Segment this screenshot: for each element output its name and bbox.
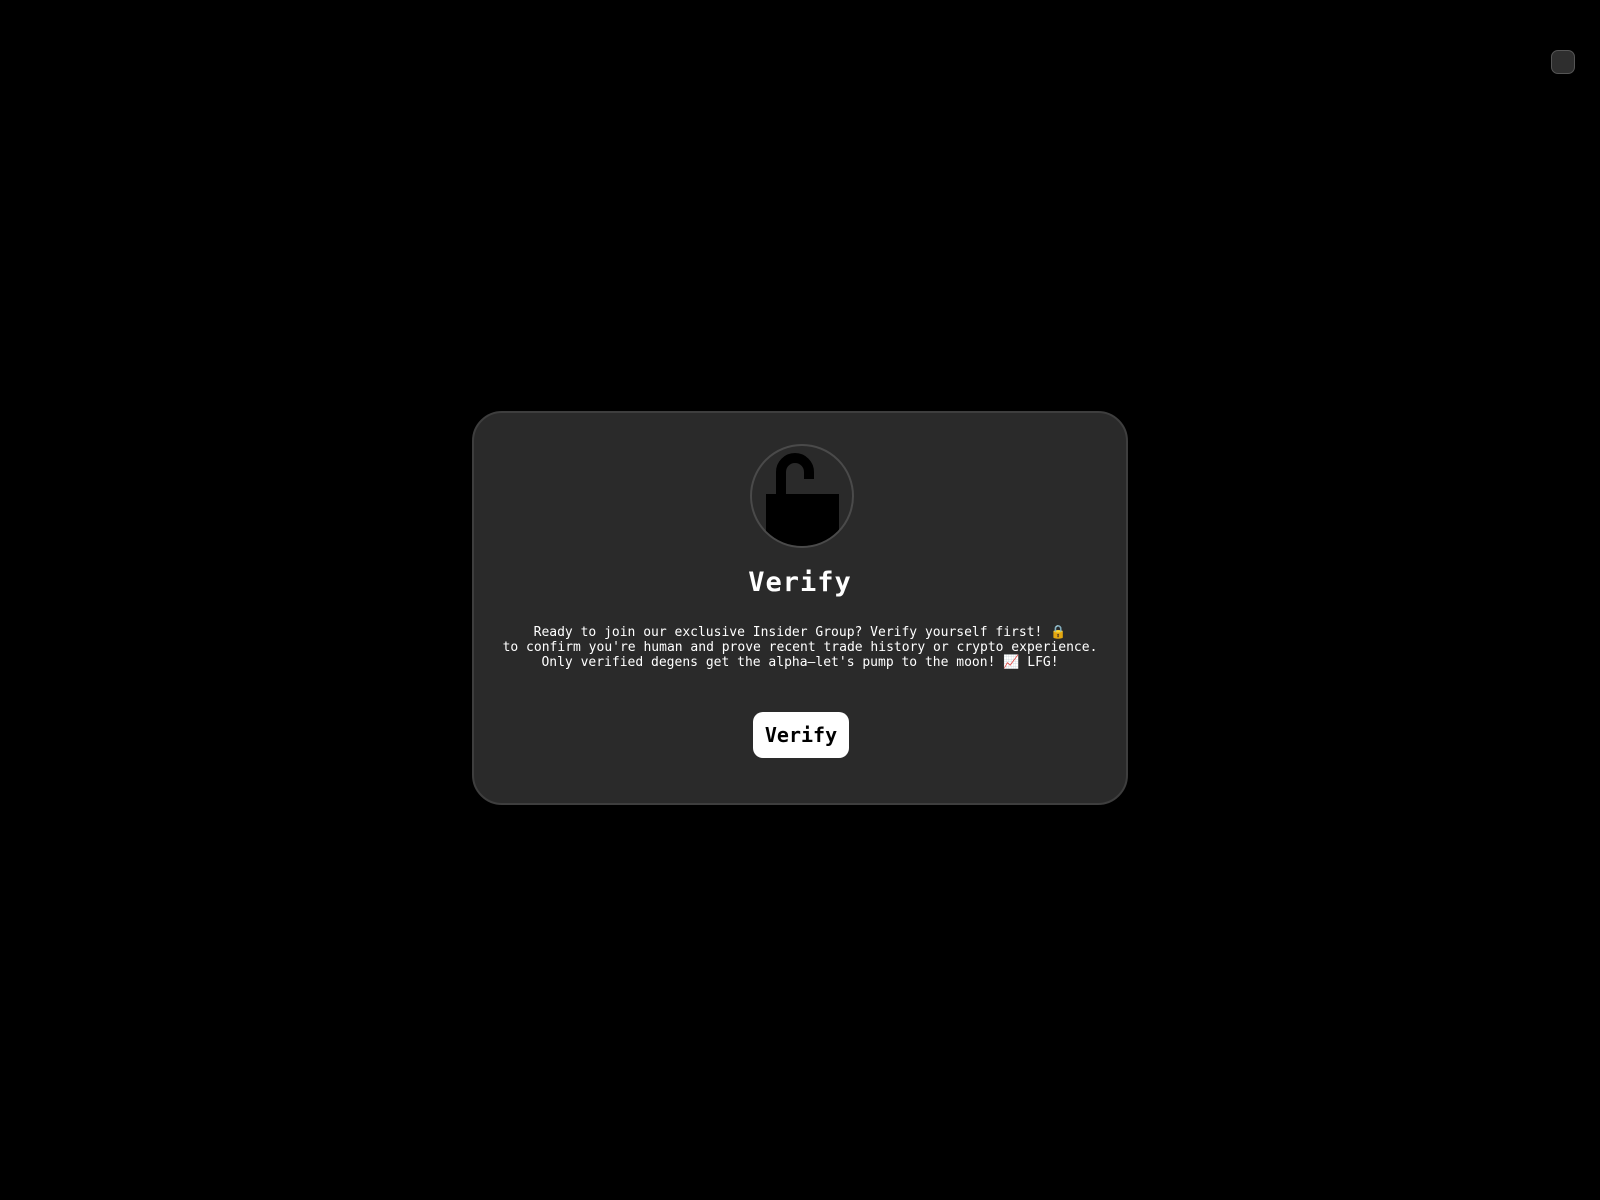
unlocked-padlock-icon <box>766 453 839 546</box>
verify-button[interactable]: Verify <box>753 712 849 758</box>
dialog-title: Verify <box>748 567 852 598</box>
message-line-1: Ready to join our exclusive Insider Grou… <box>533 625 1067 640</box>
lock-icon-badge <box>750 444 854 548</box>
corner-toggle-button[interactable] <box>1551 50 1575 74</box>
dialog-message: Ready to join our exclusive Insider Grou… <box>474 625 1126 670</box>
verify-dialog: Verify Ready to join our exclusive Insid… <box>472 411 1128 805</box>
message-line-3: Only verified degens get the alpha—let's… <box>541 655 1059 670</box>
message-line-2: to confirm you're human and prove recent… <box>502 640 1098 655</box>
